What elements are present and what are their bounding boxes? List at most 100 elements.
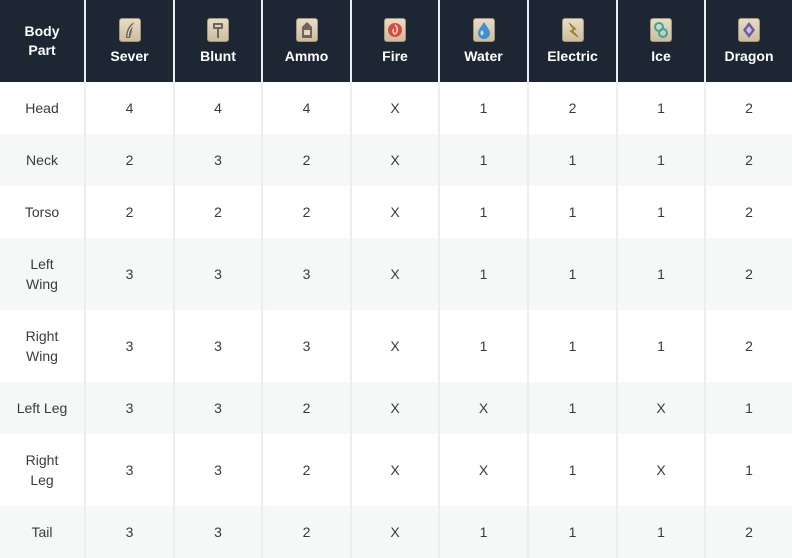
value-cell: 3 [174, 382, 263, 434]
table-row: Left Wing 3 3 3 X 1 1 1 2 [0, 238, 792, 310]
value-cell: 3 [174, 434, 263, 506]
value-cell: X [351, 310, 440, 382]
table-row: Right Wing 3 3 3 X 1 1 1 2 [0, 310, 792, 382]
value-cell: X [351, 434, 440, 506]
value-cell: 2 [262, 382, 352, 434]
header-electric: Electric [528, 0, 618, 82]
value-cell: 3 [174, 134, 263, 186]
value-cell: 4 [262, 82, 352, 134]
value-cell: 2 [528, 82, 618, 134]
value-cell: 3 [85, 310, 175, 382]
value-cell: 3 [85, 506, 175, 558]
value-cell: 1 [528, 506, 618, 558]
value-cell: X [351, 186, 440, 238]
value-cell: X [617, 382, 706, 434]
ammo-icon [295, 18, 318, 42]
value-cell: 1 [528, 238, 618, 310]
value-cell: 4 [85, 82, 175, 134]
body-part-cell: Head [0, 82, 86, 134]
header-ice: Ice [617, 0, 706, 82]
sever-icon [118, 18, 141, 42]
value-cell: X [351, 134, 440, 186]
value-cell: 3 [174, 238, 263, 310]
value-cell: 3 [174, 310, 263, 382]
body-part-cell: Right Leg [0, 434, 86, 506]
header-body-part-label: Body Part [24, 23, 60, 58]
value-cell: 4 [174, 82, 263, 134]
value-cell: 3 [85, 238, 175, 310]
value-cell: 2 [705, 506, 792, 558]
value-cell: 1 [439, 186, 529, 238]
blunt-icon [207, 18, 229, 42]
value-cell: 2 [262, 434, 352, 506]
value-cell: 2 [705, 238, 792, 310]
value-cell: 1 [617, 82, 706, 134]
value-cell: 1 [528, 310, 618, 382]
header-dragon: Dragon [705, 0, 792, 82]
value-cell: 2 [85, 134, 175, 186]
value-cell: 3 [262, 310, 352, 382]
header-water-label: Water [464, 48, 503, 64]
value-cell: 2 [705, 310, 792, 382]
value-cell: X [617, 434, 706, 506]
table-row: Neck 2 3 2 X 1 1 1 2 [0, 134, 792, 186]
value-cell: 1 [617, 186, 706, 238]
value-cell: 1 [439, 310, 529, 382]
table-row: Tail 3 3 2 X 1 1 1 2 [0, 506, 792, 558]
value-cell: 1 [528, 186, 618, 238]
header-sever: Sever [85, 0, 175, 82]
value-cell: 1 [617, 238, 706, 310]
header-electric-label: Electric [547, 48, 598, 64]
header-dragon-label: Dragon [724, 48, 774, 64]
value-cell: 3 [85, 434, 175, 506]
header-fire-label: Fire [382, 48, 408, 64]
value-cell: 2 [174, 186, 263, 238]
value-cell: X [351, 238, 440, 310]
header-ammo: Ammo [262, 0, 352, 82]
value-cell: 3 [262, 238, 352, 310]
body-part-cell: Torso [0, 186, 86, 238]
value-cell: 1 [705, 434, 792, 506]
value-cell: 2 [705, 134, 792, 186]
header-blunt-label: Blunt [200, 48, 236, 64]
value-cell: X [351, 506, 440, 558]
value-cell: 2 [85, 186, 175, 238]
value-cell: 1 [528, 134, 618, 186]
value-cell: 1 [439, 506, 529, 558]
header-water: Water [439, 0, 529, 82]
value-cell: X [439, 382, 529, 434]
value-cell: 1 [617, 506, 706, 558]
table-row: Torso 2 2 2 X 1 1 1 2 [0, 186, 792, 238]
body-part-cell: Left Leg [0, 382, 86, 434]
body-part-cell: Left Wing [0, 238, 86, 310]
header-body-part: Body Part [0, 0, 86, 82]
weakness-table: Body Part Sever Blunt Ammo Fire Water El… [0, 0, 792, 558]
value-cell: 1 [528, 382, 618, 434]
body-part-cell: Right Wing [0, 310, 86, 382]
value-cell: 1 [439, 134, 529, 186]
value-cell: X [351, 382, 440, 434]
value-cell: 1 [439, 82, 529, 134]
dragon-icon [738, 18, 760, 42]
header-row: Body Part Sever Blunt Ammo Fire Water El… [0, 0, 792, 82]
value-cell: 1 [617, 134, 706, 186]
value-cell: 2 [262, 134, 352, 186]
table-row: Left Leg 3 3 2 X X 1 X 1 [0, 382, 792, 434]
value-cell: 1 [617, 310, 706, 382]
header-blunt: Blunt [174, 0, 263, 82]
header-sever-label: Sever [110, 48, 149, 64]
water-icon [472, 18, 495, 42]
value-cell: 1 [705, 382, 792, 434]
header-ammo-label: Ammo [284, 48, 329, 64]
value-cell: 2 [705, 82, 792, 134]
body-part-cell: Neck [0, 134, 86, 186]
value-cell: X [439, 434, 529, 506]
value-cell: 3 [85, 382, 175, 434]
electric-icon [561, 18, 584, 42]
value-cell: 2 [705, 186, 792, 238]
value-cell: 2 [262, 506, 352, 558]
header-ice-label: Ice [651, 48, 671, 64]
table-row: Right Leg 3 3 2 X X 1 X 1 [0, 434, 792, 506]
value-cell: 1 [439, 238, 529, 310]
value-cell: 1 [528, 434, 618, 506]
